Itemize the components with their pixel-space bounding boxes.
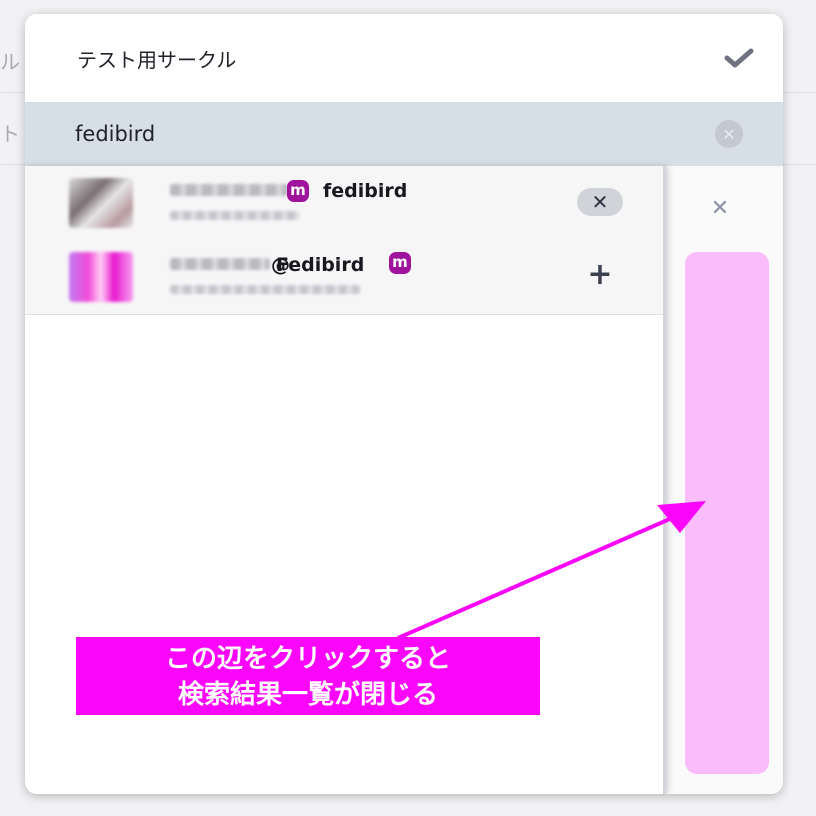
annotation-line: この辺をクリックすると xyxy=(164,644,451,674)
annotation-line: 検索結果一覧が閉じる xyxy=(177,680,438,710)
annotation-callout: この辺をクリックすると 検索結果一覧が閉じる xyxy=(76,637,540,715)
